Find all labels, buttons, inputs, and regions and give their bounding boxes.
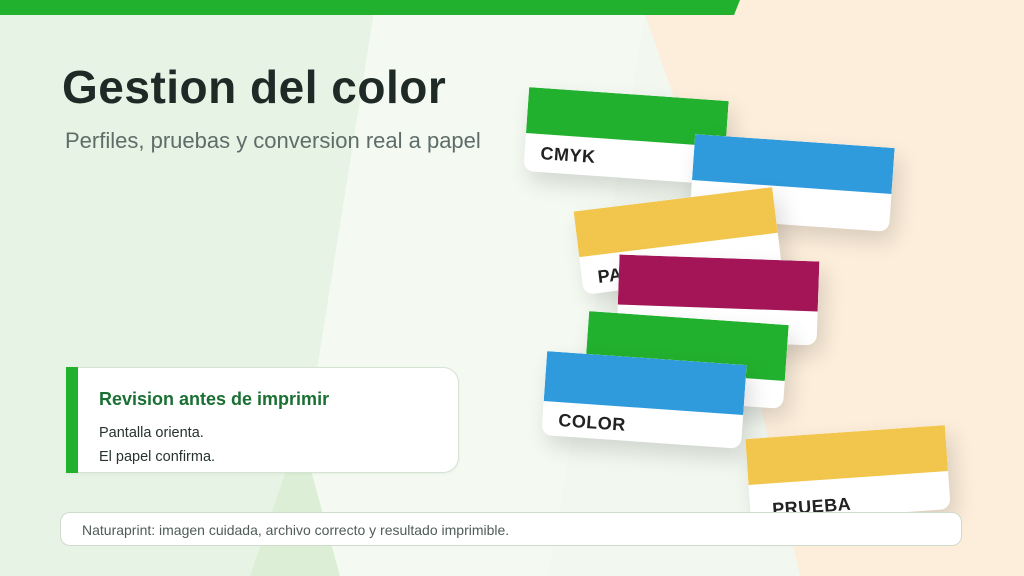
note-accent-bar [66, 367, 78, 473]
note-heading: Revision antes de imprimir [99, 389, 330, 409]
top-accent-bar-tip [734, 0, 740, 15]
top-accent-bar [0, 0, 734, 15]
swatch-card-color: COLOR [541, 351, 747, 449]
swatch-band [617, 254, 820, 312]
review-note-card: Revision antes de imprimir Pantalla orie… [66, 367, 459, 473]
swatch-card-prueba: PRUEBA [745, 425, 951, 523]
note-line-screen: Pantalla orienta. [99, 425, 204, 441]
swatch-label: CMYK [539, 143, 597, 167]
page-subtitle: Perfiles, pruebas y conversion real a pa… [65, 128, 481, 153]
footer-bar: Naturaprint: imagen cuidada, archivo cor… [60, 512, 962, 546]
page-title: Gestion del color [62, 61, 447, 113]
swatch-label: COLOR [557, 410, 627, 435]
footer-text: Naturaprint: imagen cuidada, archivo cor… [82, 522, 510, 538]
note-line-paper: El papel confirma. [99, 449, 216, 465]
